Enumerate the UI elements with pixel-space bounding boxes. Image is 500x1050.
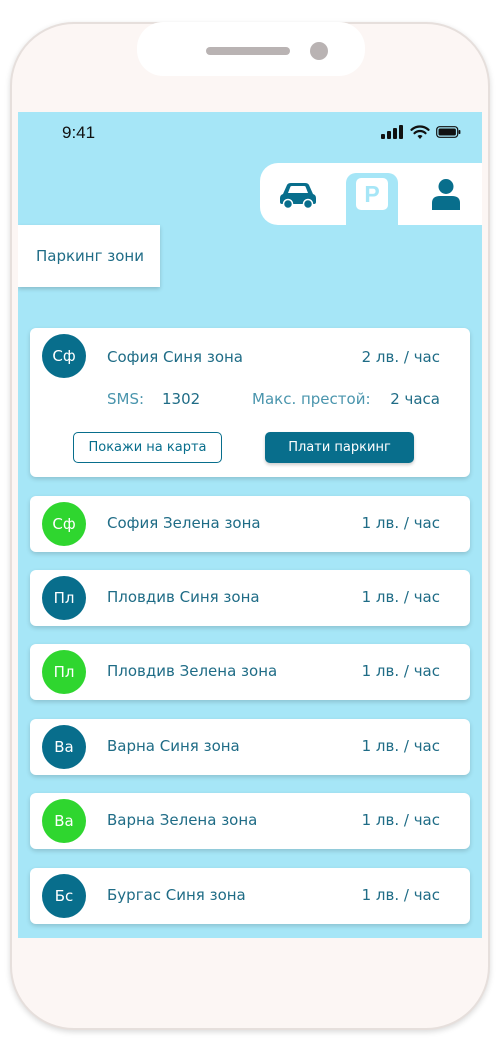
signal-icon xyxy=(381,125,403,139)
car-icon xyxy=(280,183,316,208)
max-stay-label: Макс. престой: xyxy=(252,390,371,408)
pay-parking-button[interactable]: Плати паркинг xyxy=(265,432,414,463)
zone-price: 1 лв. / час xyxy=(361,811,440,829)
status-bar: 9:41 xyxy=(18,112,482,152)
zone-abbr: Бс xyxy=(54,887,74,905)
zone-abbr: Пл xyxy=(53,589,75,607)
zone-abbr: Пл xyxy=(53,663,75,681)
zone-card[interactable]: Пл Пловдив Синя зона 1 лв. / час xyxy=(30,570,470,626)
zone-card[interactable]: Ва Варна Синя зона 1 лв. / час xyxy=(30,719,470,775)
zone-price: 1 лв. / час xyxy=(361,737,440,755)
zone-name: Бургас Синя зона xyxy=(107,886,246,904)
zone-avatar: Ва xyxy=(42,725,86,769)
status-time: 9:41 xyxy=(62,123,96,142)
zone-price: 1 лв. / час xyxy=(361,588,440,606)
page-title-box: Паркинг зони xyxy=(18,225,160,287)
zone-card-expanded[interactable]: Сф София Синя зона 2 лв. / час SMS: 1302… xyxy=(30,328,470,477)
zone-price: 1 лв. / час xyxy=(361,886,440,904)
zone-avatar: Бс xyxy=(42,874,86,918)
zone-abbr: Ва xyxy=(54,738,74,756)
parking-icon-label: P xyxy=(364,181,379,207)
zone-name: Пловдив Синя зона xyxy=(107,588,260,606)
zone-avatar: Сф xyxy=(42,334,86,378)
phone-speaker xyxy=(206,47,290,55)
battery-icon xyxy=(436,126,461,138)
nav-car-button[interactable] xyxy=(268,163,328,225)
zone-card[interactable]: Пл Пловдив Зелена зона 1 лв. / час xyxy=(30,644,470,700)
page-title: Паркинг зони xyxy=(36,247,144,265)
parking-icon: P xyxy=(356,178,388,210)
user-icon xyxy=(432,179,460,210)
max-stay-value: 2 часа xyxy=(390,390,440,408)
zone-name: Пловдив Зелена зона xyxy=(107,662,278,680)
zone-name: Варна Зелена зона xyxy=(107,811,258,829)
zone-abbr: Ва xyxy=(54,812,74,830)
phone-camera xyxy=(310,42,328,60)
zone-price: 2 лв. / час xyxy=(361,348,440,366)
zone-price: 1 лв. / час xyxy=(361,662,440,680)
zone-card[interactable]: Сф София Зелена зона 1 лв. / час xyxy=(30,496,470,552)
show-on-map-button[interactable]: Покажи на карта xyxy=(73,432,222,463)
wifi-icon xyxy=(410,125,430,139)
zone-avatar: Пл xyxy=(42,650,86,694)
nav-parking-tab[interactable]: P xyxy=(342,163,402,237)
zone-avatar: Ва xyxy=(42,799,86,843)
sms-label: SMS: xyxy=(107,390,145,408)
nav-profile-button[interactable] xyxy=(416,163,476,225)
zone-card[interactable]: Ва Варна Зелена зона 1 лв. / час xyxy=(30,793,470,849)
zone-abbr: Сф xyxy=(52,515,76,533)
zone-card[interactable]: Бс Бургас Синя зона 1 лв. / час xyxy=(30,868,470,924)
zone-avatar: Пл xyxy=(42,576,86,620)
zone-abbr: Сф xyxy=(52,347,76,365)
zone-name: Варна Синя зона xyxy=(107,737,240,755)
zone-name: София Синя зона xyxy=(107,348,243,366)
zone-price: 1 лв. / час xyxy=(361,514,440,532)
zone-avatar: Сф xyxy=(42,502,86,546)
top-navigation: P xyxy=(260,163,482,237)
sms-number: 1302 xyxy=(162,390,201,408)
zone-name: София Зелена зона xyxy=(107,514,261,532)
app-screen: 9:41 P Паркинг зони Сф София Синя зона 2… xyxy=(18,112,482,938)
